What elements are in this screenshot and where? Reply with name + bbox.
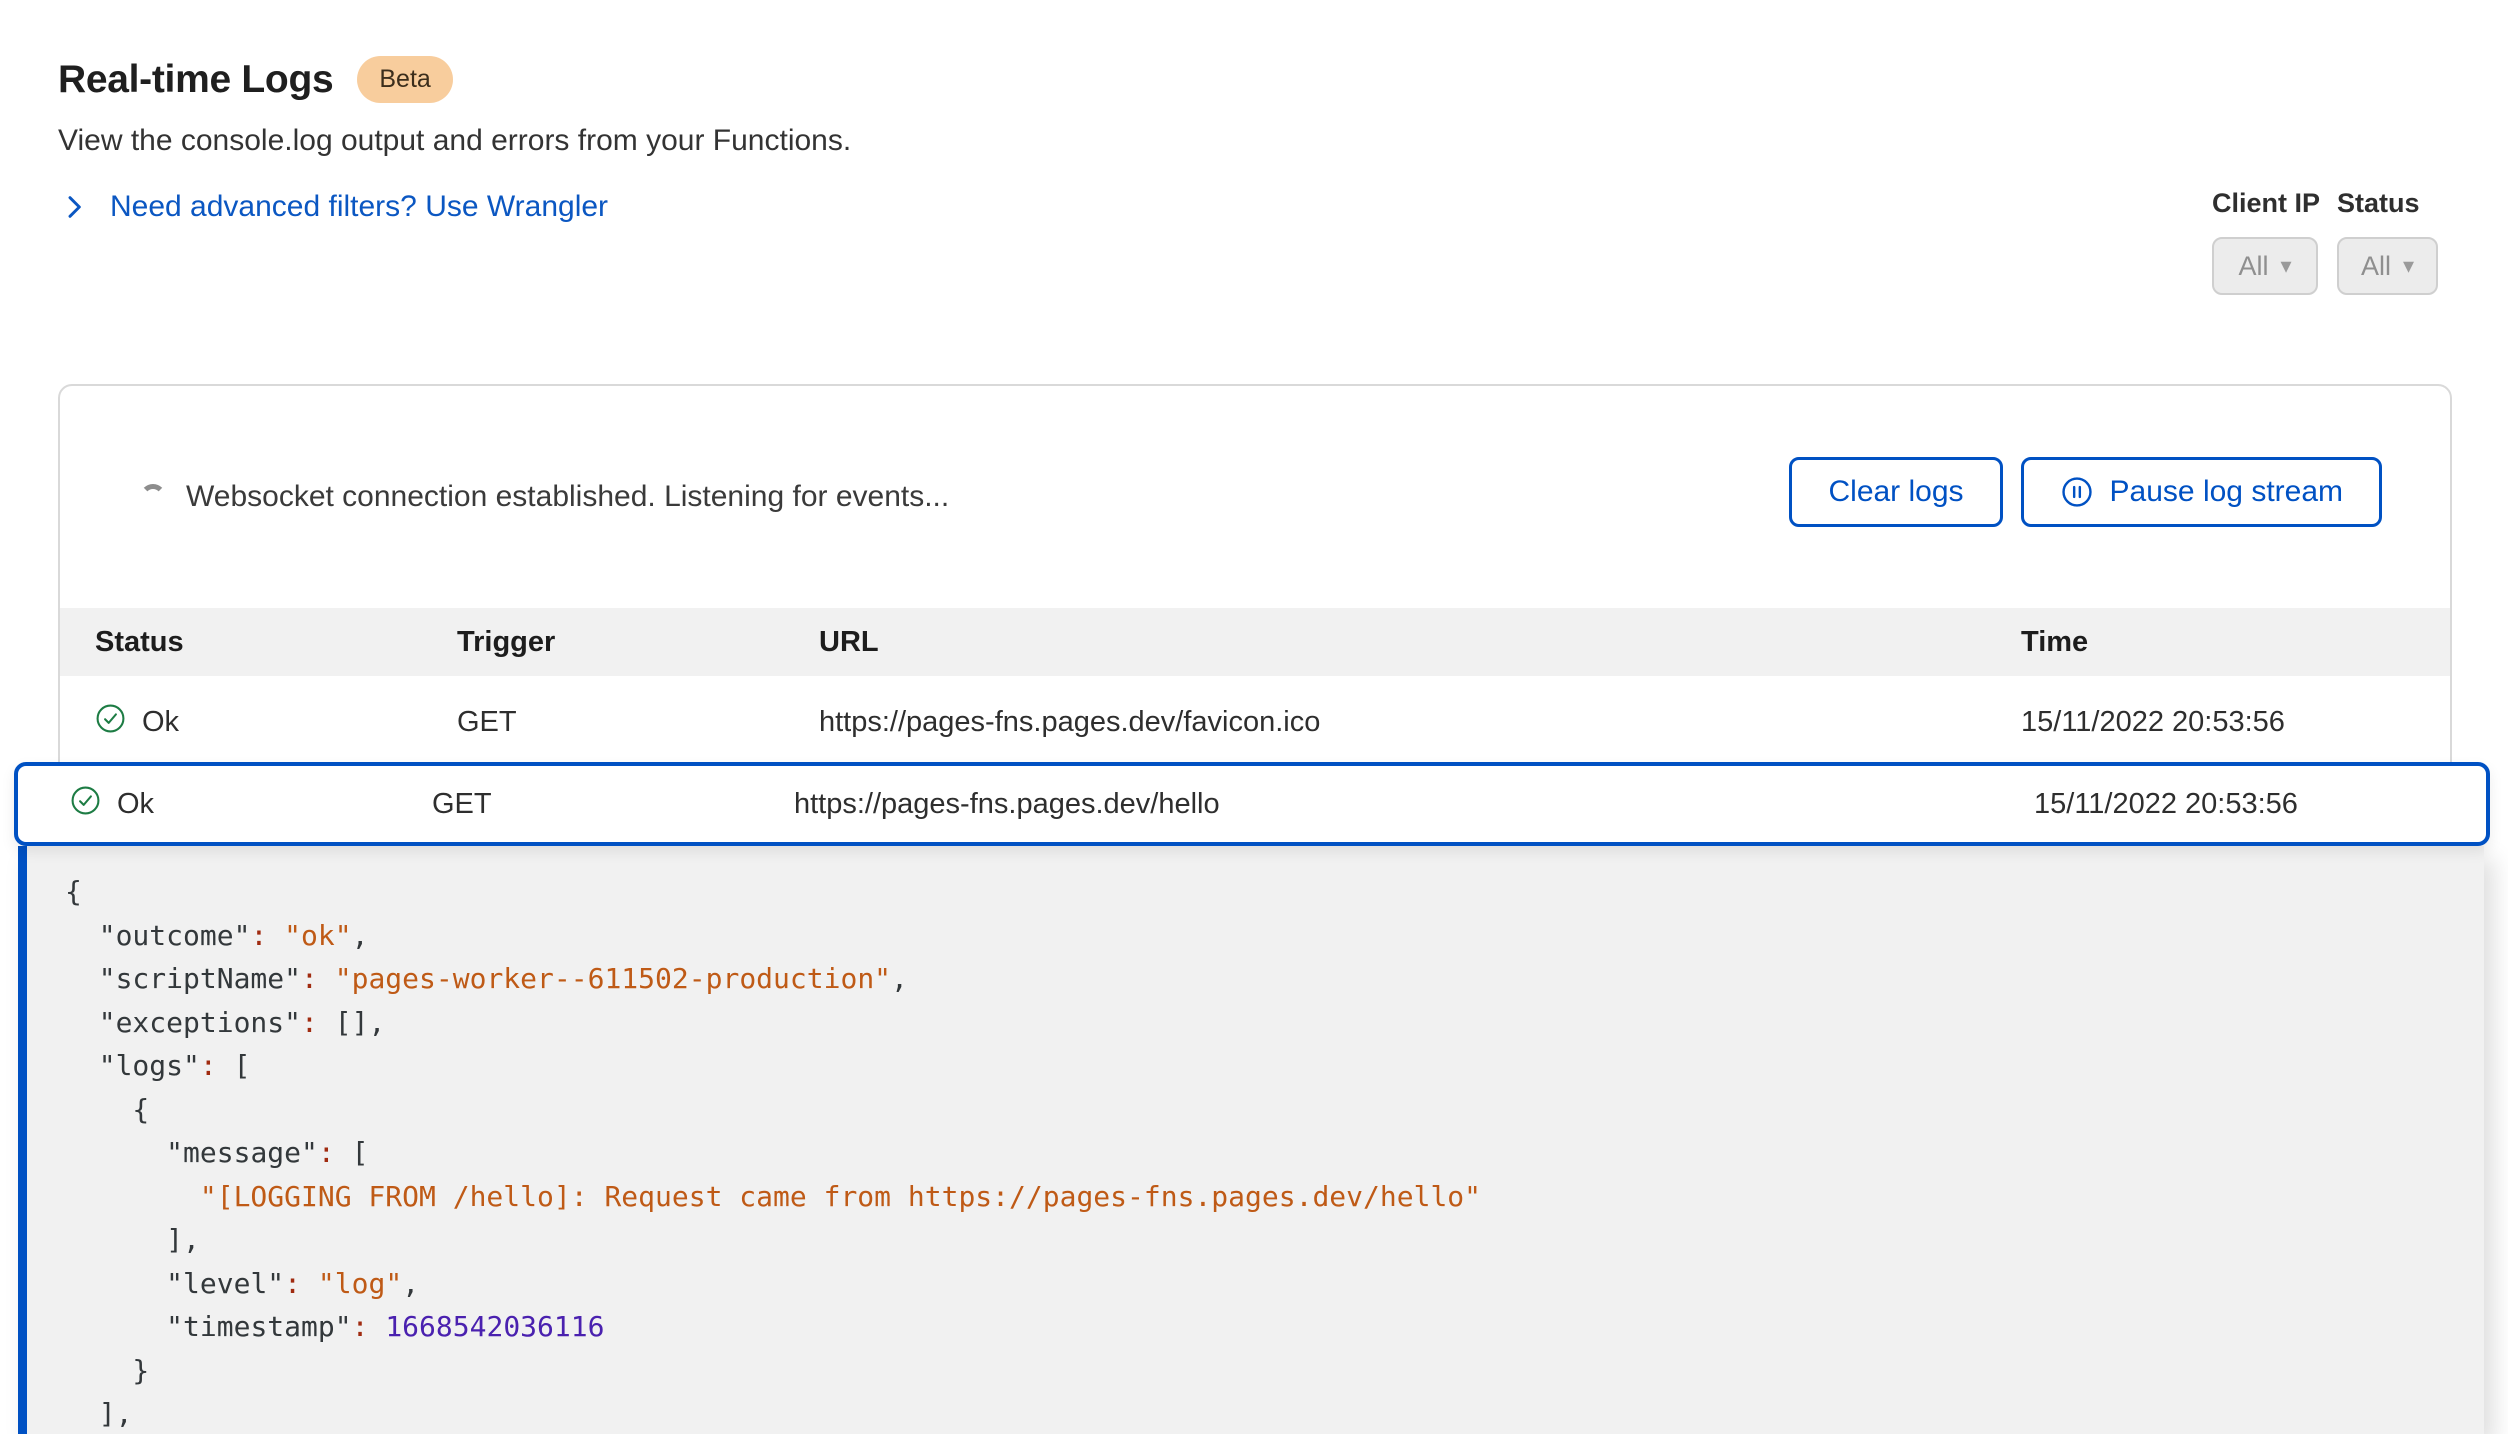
status-filter: Status All ▾ [2337, 188, 2438, 295]
column-header-url: URL [819, 626, 2021, 659]
page-subtitle: View the console.log output and errors f… [58, 124, 851, 158]
client-ip-filter-dropdown[interactable]: All ▾ [2212, 237, 2318, 295]
check-circle-icon [95, 703, 126, 742]
check-circle-icon [70, 785, 101, 824]
trigger-cell: GET [457, 706, 819, 739]
page-title: Real-time Logs [58, 58, 333, 102]
wrangler-link[interactable]: Need advanced filters? Use Wrangler [110, 190, 608, 224]
websocket-status: Websocket connection established. Listen… [140, 480, 949, 514]
log-table-row[interactable]: Ok GET https://pages-fns.pages.dev/favic… [60, 676, 2450, 768]
client-ip-filter-value: All [2238, 251, 2268, 282]
client-ip-filter: Client IP All ▾ [2212, 188, 2320, 295]
url-cell: https://pages-fns.pages.dev/favicon.ico [819, 706, 2021, 739]
clear-logs-button[interactable]: Clear logs [1789, 457, 2002, 527]
status-cell: Ok [95, 703, 457, 742]
pause-log-stream-label: Pause log stream [2110, 475, 2343, 509]
clear-logs-label: Clear logs [1828, 475, 1963, 509]
status-text: Ok [142, 706, 179, 739]
trigger-cell: GET [432, 788, 794, 821]
log-detail-panel: { "outcome": "ok", "scriptName": "pages-… [18, 846, 2484, 1434]
status-filter-dropdown[interactable]: All ▾ [2337, 237, 2438, 295]
column-header-status: Status [95, 626, 457, 659]
url-cell: https://pages-fns.pages.dev/hello [794, 788, 2034, 821]
page-header: Real-time Logs Beta [58, 56, 453, 103]
log-detail-json: { "outcome": "ok", "scriptName": "pages-… [27, 846, 2484, 1434]
caret-down-icon: ▾ [2403, 255, 2414, 277]
client-ip-filter-label: Client IP [2212, 188, 2320, 219]
caret-down-icon: ▾ [2280, 255, 2291, 277]
spinner-icon [140, 484, 166, 510]
pause-log-stream-button[interactable]: Pause log stream [2021, 457, 2382, 527]
log-table-row-selected[interactable]: Ok GET https://pages-fns.pages.dev/hello… [14, 762, 2490, 846]
realtime-logs-page: Real-time Logs Beta View the console.log… [0, 0, 2508, 1434]
log-table-header: Status Trigger URL Time [60, 608, 2450, 676]
status-filter-value: All [2361, 251, 2391, 282]
websocket-status-message: Websocket connection established. Listen… [186, 480, 949, 514]
pause-circle-icon [2060, 475, 2094, 509]
status-cell: Ok [70, 785, 432, 824]
time-cell: 15/11/2022 20:53:56 [2034, 788, 2486, 821]
advanced-filters-expander[interactable]: Need advanced filters? Use Wrangler [58, 190, 608, 224]
status-text: Ok [117, 788, 154, 821]
column-header-time: Time [2021, 626, 2450, 659]
status-filter-label: Status [2337, 188, 2438, 219]
beta-badge: Beta [357, 56, 452, 103]
chevron-right-icon [58, 191, 90, 223]
log-toolbar: Clear logs Pause log stream [1789, 457, 2382, 527]
column-header-trigger: Trigger [457, 626, 819, 659]
time-cell: 15/11/2022 20:53:56 [2021, 706, 2450, 739]
